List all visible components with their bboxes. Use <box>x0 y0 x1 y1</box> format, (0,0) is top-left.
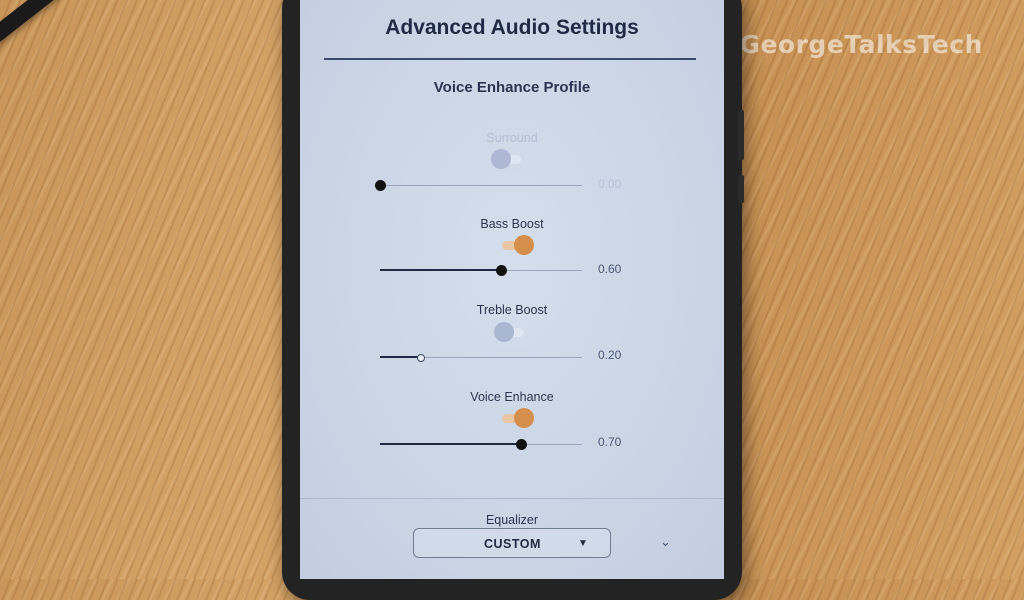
surround-toggle[interactable] <box>491 149 523 169</box>
slider-knob[interactable] <box>417 354 426 362</box>
voice-enhance-slider[interactable] <box>380 439 582 451</box>
slider-fill <box>380 269 502 271</box>
page-title: Advanced Audio Settings <box>385 16 639 39</box>
slider-rail <box>380 185 582 186</box>
equalizer-label: Equalizer <box>485 513 539 527</box>
slider-fill <box>380 443 522 445</box>
slider-knob[interactable] <box>516 439 528 450</box>
treble-boost-label: Treble Boost <box>476 303 548 317</box>
caret-down-icon: ▼ <box>578 538 588 549</box>
toggle-thumb <box>494 322 514 342</box>
watermark: #GeorgeTalksTech <box>718 30 983 59</box>
title-divider <box>324 58 696 60</box>
phone-side-button <box>738 175 744 203</box>
toggle-thumb <box>514 408 534 428</box>
surround-slider[interactable] <box>375 180 582 192</box>
treble-boost-slider[interactable] <box>380 352 582 364</box>
toggle-thumb <box>491 149 511 169</box>
surround-label: Surround <box>486 131 538 145</box>
bass-boost-slider[interactable] <box>380 265 582 277</box>
toggle-thumb <box>514 235 534 255</box>
chevron-down-icon[interactable]: ⌄ <box>660 534 671 550</box>
equalizer-selected-value: CUSTOM <box>484 537 541 551</box>
surround-value: 0.00 <box>598 177 622 191</box>
bass-boost-label: Bass Boost <box>480 217 544 231</box>
section-divider <box>300 498 724 499</box>
app-screen: Advanced Audio Settings Voice Enhance Pr… <box>300 0 724 579</box>
voice-enhance-label: Voice Enhance <box>470 390 554 404</box>
bass-boost-toggle[interactable] <box>500 235 534 255</box>
profile-label: Voice Enhance Profile <box>433 79 591 96</box>
treble-boost-toggle[interactable] <box>494 322 526 342</box>
slider-fill <box>380 356 421 358</box>
slider-knob[interactable] <box>375 180 386 191</box>
treble-boost-value: 0.20 <box>598 348 622 362</box>
bass-boost-value: 0.60 <box>598 262 622 276</box>
stylus <box>0 0 131 70</box>
phone-side-button <box>738 110 744 160</box>
slider-knob[interactable] <box>496 265 508 276</box>
voice-enhance-value: 0.70 <box>598 435 622 449</box>
voice-enhance-toggle[interactable] <box>500 408 534 428</box>
equalizer-dropdown[interactable]: CUSTOM ▼ <box>413 528 611 558</box>
